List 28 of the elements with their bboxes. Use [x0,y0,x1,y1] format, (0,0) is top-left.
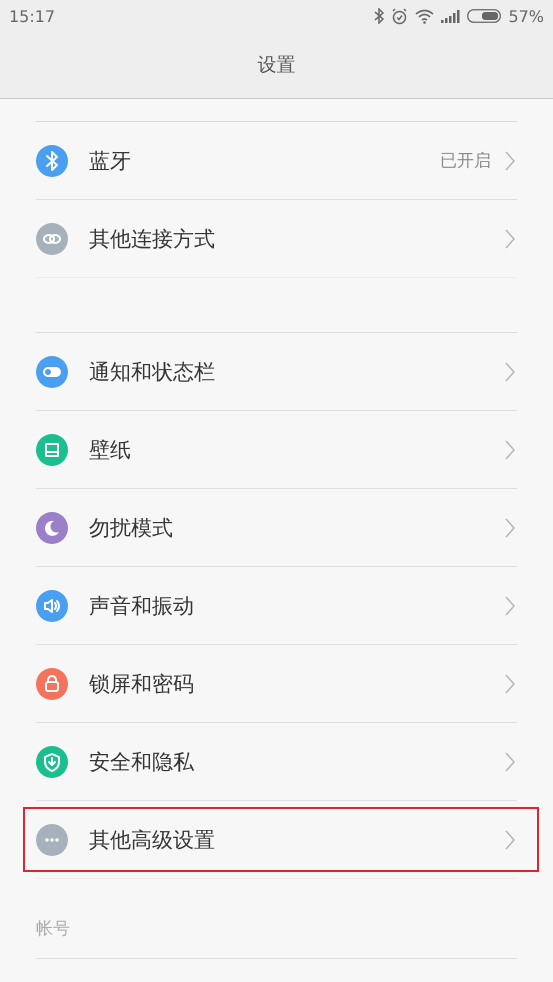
chevron-icon [505,362,515,382]
battery-icon [467,9,502,23]
setting-label[interactable]: 勿扰模式 [89,514,505,542]
chevron-icon [505,596,515,616]
page-title: 设置 [258,53,296,78]
chevron-icon [505,518,515,538]
chevron-icon [505,150,515,170]
setting-label[interactable]: 其他连接方式 [89,224,505,252]
setting-label[interactable]: 锁屏和密码 [89,670,505,698]
setting-value: 已开启 [440,150,491,172]
alarm-icon [391,8,408,24]
setting-label[interactable]: 通知和状态栏 [89,358,505,386]
chevron-icon [505,752,515,772]
setting-label[interactable]: 声音和振动 [89,592,505,620]
wifi-icon [415,8,434,24]
status-time: 15:17 [9,6,56,26]
setting-label[interactable]: 壁纸 [89,436,505,464]
bluetooth-icon [374,8,384,24]
battery-percent: 57% [508,6,544,26]
setting-label[interactable]: 安全和隐私 [89,748,505,776]
signal-icon [441,10,460,22]
section-header: 帐号 [36,918,70,940]
setting-label[interactable]: 其他高级设置 [89,826,505,854]
chevron-icon [505,674,515,694]
chevron-icon [505,228,515,248]
chevron-icon [505,440,515,460]
chevron-icon [505,830,515,850]
setting-label[interactable]: 蓝牙 [89,146,440,174]
